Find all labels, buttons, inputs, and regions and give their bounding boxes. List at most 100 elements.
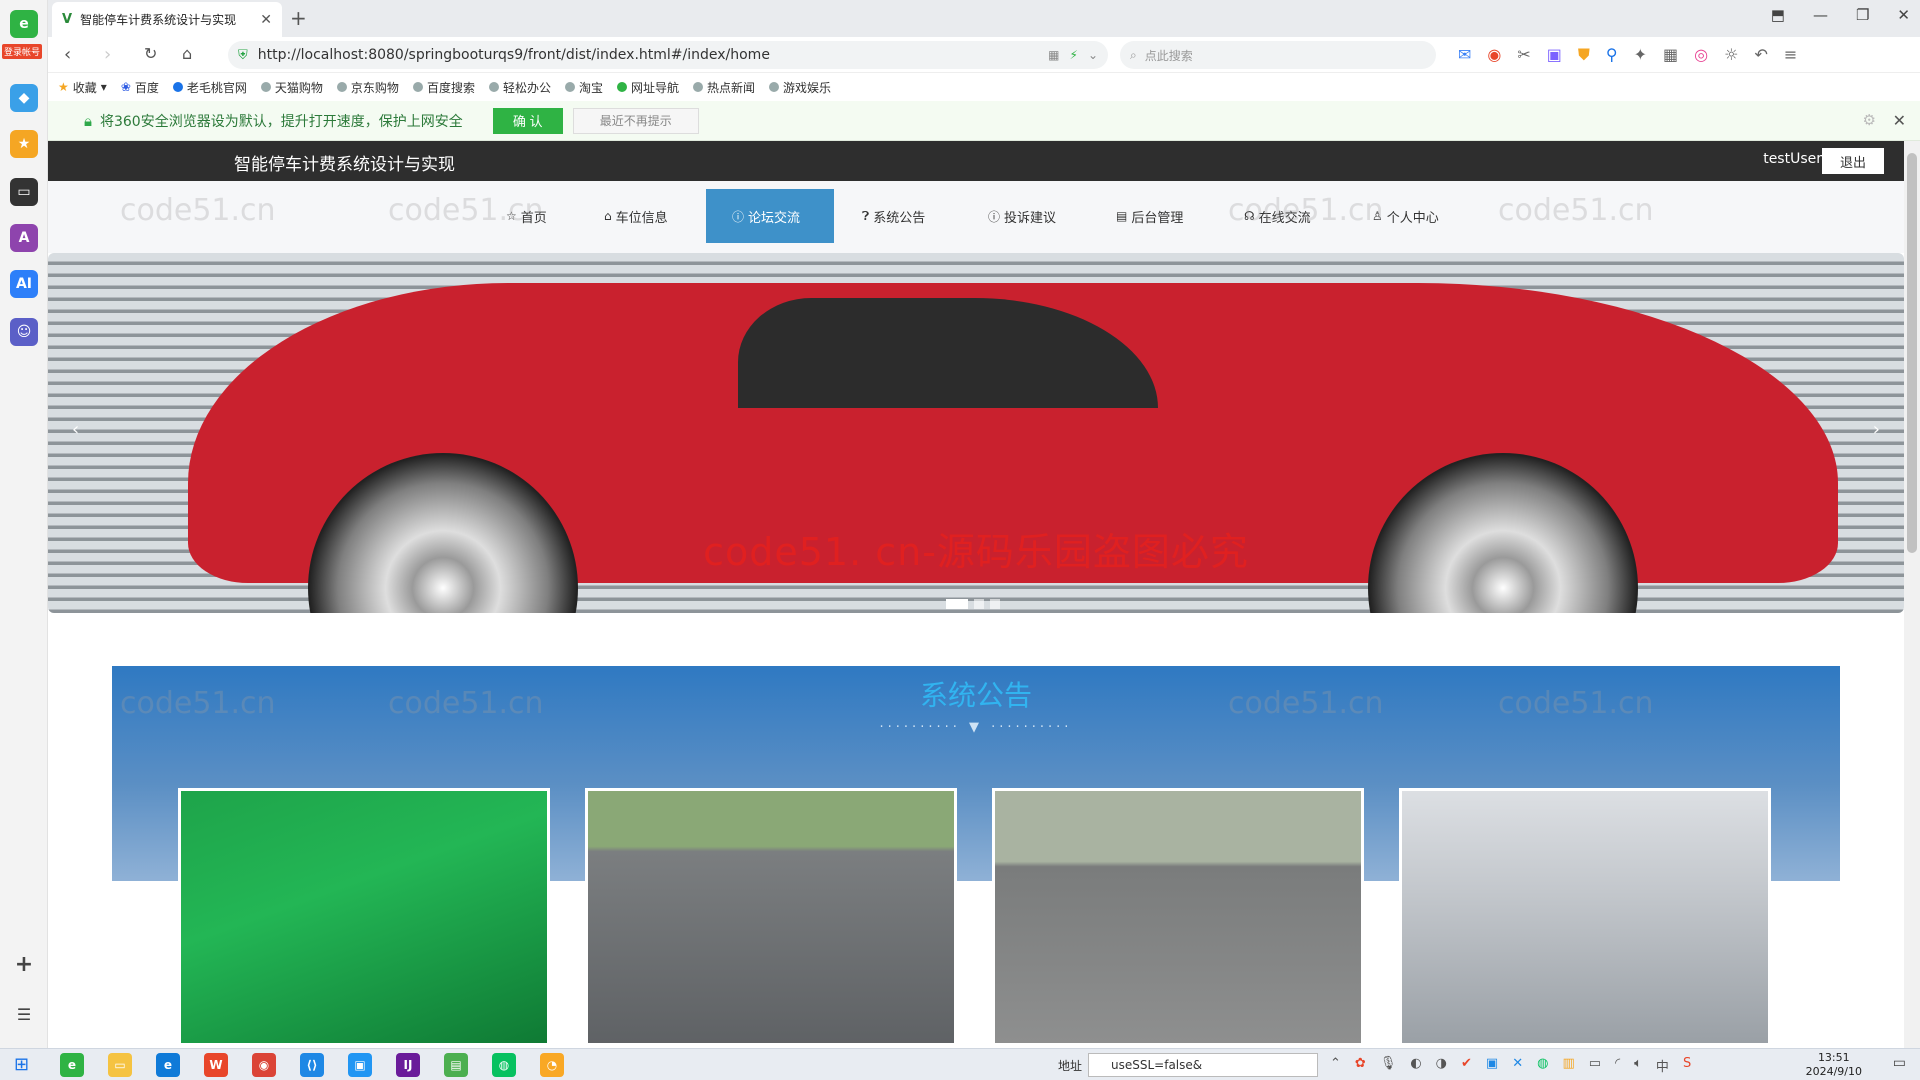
tool-icon[interactable]: ▤: [444, 1053, 468, 1077]
chrome-icon[interactable]: ◉: [252, 1053, 276, 1077]
menu-item-parking-info[interactable]: ⌂ 车位信息: [578, 189, 694, 243]
ai-assistant-icon[interactable]: A: [10, 224, 38, 252]
favorites-icon[interactable]: ★: [10, 130, 38, 158]
new-tab-button[interactable]: +: [290, 6, 307, 30]
browser-tab-active[interactable]: V 智能停车计费系统设计与实现 ✕: [52, 2, 282, 37]
volume-icon[interactable]: 🔈︎: [1634, 1056, 1642, 1075]
tv-icon[interactable]: ▭: [10, 178, 38, 206]
tray-app-icon[interactable]: ◐: [1410, 1056, 1421, 1075]
wifi-icon[interactable]: ◜: [1615, 1056, 1620, 1075]
carousel-next-icon[interactable]: ›: [1873, 419, 1880, 440]
minimize-button[interactable]: —: [1813, 6, 1828, 24]
bookmark-item[interactable]: 热点新闻: [693, 79, 755, 96]
bookmark-item[interactable]: 轻松办公: [488, 79, 551, 96]
lightning-icon[interactable]: ⚡: [1070, 48, 1078, 62]
home-icon[interactable]: ⌂: [182, 44, 192, 63]
page-scrollbar[interactable]: [1904, 141, 1920, 1048]
tray-app-icon[interactable]: ✔: [1461, 1056, 1472, 1075]
menu-item-chat[interactable]: ☊ 在线交流: [1218, 189, 1337, 243]
browser-logo-icon[interactable]: e: [10, 10, 38, 38]
scissors-icon[interactable]: ✂: [1517, 45, 1530, 65]
taskbar-address-input[interactable]: useSSL=false&: [1088, 1053, 1318, 1077]
scrollbar-thumb[interactable]: [1907, 153, 1917, 553]
windows-start-icon[interactable]: ⊞: [14, 1054, 29, 1075]
wechat-icon[interactable]: ◍: [492, 1053, 516, 1077]
menu-item-complaints[interactable]: ⓘ 投诉建议: [962, 189, 1082, 243]
menu-list-icon[interactable]: ☰: [10, 1000, 38, 1028]
intellij-icon[interactable]: IJ: [396, 1053, 420, 1077]
pin-icon[interactable]: ⬒: [1771, 6, 1785, 24]
reload-icon[interactable]: ↻: [144, 44, 157, 63]
color-icon[interactable]: ◎: [1694, 45, 1708, 65]
logout-button[interactable]: 退出: [1822, 148, 1884, 174]
carousel-dot[interactable]: [990, 599, 1000, 609]
close-icon[interactable]: ✕: [1893, 111, 1906, 130]
wps-icon[interactable]: W: [204, 1053, 228, 1077]
bookmark-item[interactable]: 淘宝: [564, 79, 603, 96]
tray-app-icon[interactable]: ▣: [1486, 1056, 1498, 1075]
address-bar[interactable]: ⛨ http://localhost:8080/springbooturqs9/…: [228, 41, 1108, 69]
bookmark-panel-icon[interactable]: ◆: [10, 84, 38, 112]
carousel-prev-icon[interactable]: ‹: [72, 419, 79, 440]
brightness-icon[interactable]: ☼: [1724, 45, 1738, 65]
puzzle-icon[interactable]: ✦: [1634, 45, 1647, 65]
mail-icon[interactable]: ✉: [1458, 45, 1471, 65]
search-ext-icon[interactable]: ⚲: [1606, 45, 1618, 65]
chevron-up-icon[interactable]: ⌃: [1330, 1056, 1341, 1075]
dismiss-button[interactable]: 最近不再提示: [572, 107, 699, 134]
shield-ext-icon[interactable]: ⛊: [1578, 45, 1590, 65]
bookmark-item[interactable]: 天猫购物: [260, 79, 323, 96]
announcement-card[interactable]: [992, 788, 1364, 1046]
search-input[interactable]: 点此搜索: [1145, 47, 1193, 64]
translate-icon[interactable]: ▣: [1547, 45, 1562, 65]
ai-icon[interactable]: AI: [10, 270, 38, 298]
browser-360-icon[interactable]: e: [60, 1053, 84, 1077]
announcement-card[interactable]: [178, 788, 550, 1046]
confirm-button[interactable]: 确 认: [492, 107, 563, 134]
file-explorer-icon[interactable]: ▭: [108, 1053, 132, 1077]
chevron-down-icon[interactable]: ⌄: [1088, 48, 1098, 62]
menu-icon[interactable]: ≡: [1784, 45, 1797, 65]
menu-item-announcements[interactable]: ❓︎ 系统公告: [836, 189, 951, 243]
search-box[interactable]: ⌕ 点此搜索: [1120, 41, 1436, 69]
qr-icon[interactable]: ▦: [1048, 48, 1059, 62]
bot-icon[interactable]: ☺: [10, 318, 38, 346]
carousel-banner[interactable]: ‹ › code51. cn-源码乐园盗图必究: [48, 253, 1904, 613]
close-tab-icon[interactable]: ✕: [260, 12, 272, 28]
carousel-dot[interactable]: [974, 599, 984, 609]
undo-icon[interactable]: ↶: [1754, 45, 1767, 65]
notification-icon[interactable]: ▭: [1893, 1055, 1906, 1071]
bookmark-item[interactable]: 老毛桃官网: [172, 79, 247, 96]
bookmark-item[interactable]: ❀ 百度: [121, 79, 159, 96]
menu-item-forum[interactable]: ⓘ 论坛交流: [706, 189, 834, 243]
login-badge[interactable]: 登录帐号: [2, 44, 43, 59]
carousel-dot[interactable]: [946, 599, 968, 609]
announcement-card[interactable]: [1399, 788, 1771, 1046]
close-window-button[interactable]: ✕: [1897, 6, 1910, 24]
settings-icon[interactable]: ⚙: [1863, 111, 1876, 129]
battery-icon[interactable]: ▭: [1589, 1056, 1601, 1075]
microphone-icon[interactable]: 🎙︎: [1380, 1056, 1397, 1075]
tray-app-icon[interactable]: ▥: [1562, 1056, 1574, 1075]
add-panel-icon[interactable]: +: [10, 950, 38, 978]
bookmark-item[interactable]: 京东购物: [336, 79, 399, 96]
forward-icon[interactable]: ›: [104, 44, 111, 65]
tray-app-icon[interactable]: ◑: [1436, 1056, 1447, 1075]
back-icon[interactable]: ‹: [64, 44, 71, 65]
ime-indicator[interactable]: 中: [1656, 1056, 1669, 1075]
sogou-icon[interactable]: S: [1683, 1056, 1691, 1075]
app-icon[interactable]: ▣: [348, 1053, 372, 1077]
clock[interactable]: 13:51 2024/9/10: [1806, 1051, 1862, 1079]
bookmark-item[interactable]: 百度搜索: [412, 79, 475, 96]
bookmark-item[interactable]: ★ 收藏 ▾: [58, 79, 107, 96]
menu-item-admin[interactable]: ▤ 后台管理: [1090, 189, 1209, 243]
tray-app-icon[interactable]: ✿: [1355, 1056, 1366, 1075]
bookmark-item[interactable]: 游戏娱乐: [769, 79, 831, 96]
wechat-tray-icon[interactable]: ◍: [1537, 1056, 1548, 1075]
vscode-icon[interactable]: ⟨⟩: [300, 1053, 324, 1077]
grid-icon[interactable]: ▦: [1663, 45, 1678, 65]
bookmark-item[interactable]: 网址导航: [616, 79, 679, 96]
url-text[interactable]: http://localhost:8080/springbooturqs9/fr…: [258, 47, 1038, 63]
restore-button[interactable]: ❐: [1856, 6, 1869, 24]
announcement-card[interactable]: [585, 788, 957, 1046]
